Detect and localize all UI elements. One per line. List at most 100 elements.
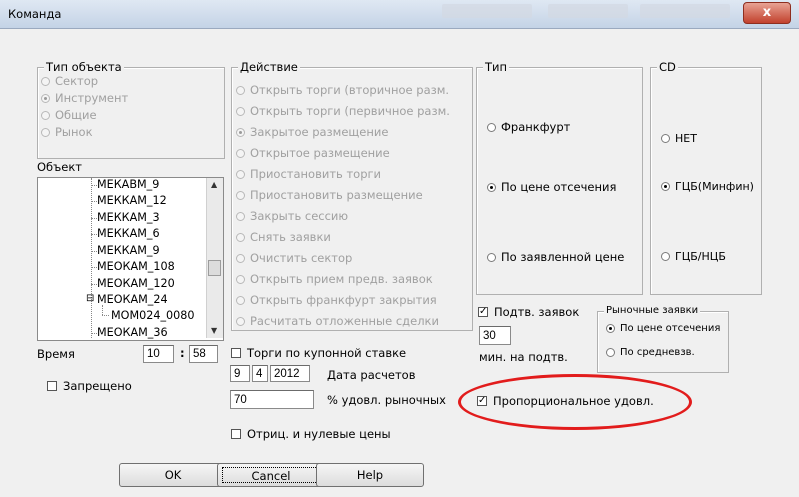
radio-open-secondary[interactable]: Открыть торги (вторичное разм. bbox=[236, 83, 449, 97]
type-group: Тип Франкфурт По цене отсечения По заявл… bbox=[476, 60, 643, 295]
tree-item[interactable]: МЕОКАМ_36 bbox=[97, 326, 168, 339]
radio-closed-placement[interactable]: Закрытое размещение bbox=[236, 125, 388, 139]
radio-sector[interactable]: Сектор bbox=[41, 74, 98, 88]
radio-circle bbox=[487, 252, 496, 262]
radio-close-session[interactable]: Закрыть сессию bbox=[236, 209, 348, 223]
radio-cutoff-price[interactable]: По цене отсечения bbox=[487, 180, 616, 194]
radio-general[interactable]: Общие bbox=[41, 108, 97, 122]
focus-rectangle: Cancel bbox=[222, 467, 320, 483]
checkbox-box: ✓ bbox=[478, 306, 488, 317]
tree-scrollbar[interactable]: ▲ ▼ bbox=[206, 178, 223, 338]
settlement-label: Дата расчетов bbox=[327, 368, 416, 382]
tree-item[interactable]: МЕОКАМ_24 bbox=[97, 293, 168, 306]
radio-frankfurt[interactable]: Франкфурт bbox=[487, 120, 570, 134]
radio-suspend-placement[interactable]: Приостановить размещение bbox=[236, 188, 423, 202]
radio-circle bbox=[236, 148, 245, 158]
object-tree[interactable]: МЕКАВМ_9 МЕККАМ_12 МЕККАМ_3 МЕККАМ_6 МЕК… bbox=[37, 177, 224, 341]
radio-circle bbox=[236, 85, 245, 95]
settlement-month-field[interactable] bbox=[252, 365, 268, 382]
confirm-minutes-field[interactable] bbox=[479, 326, 511, 345]
object-type-legend: Тип объекта bbox=[44, 60, 124, 74]
radio-cd-gcb-minfin[interactable]: ГЦБ(Минфин) bbox=[661, 180, 754, 193]
radio-clear-sector[interactable]: Очистить сектор bbox=[236, 251, 352, 265]
action-legend: Действие bbox=[238, 60, 300, 74]
checkbox-label: Подтв. заявок bbox=[494, 305, 580, 319]
time-separator: : bbox=[180, 346, 185, 360]
radio-suspend-trading[interactable]: Приостановить торги bbox=[236, 167, 381, 181]
checkbox-label: Запрещено bbox=[63, 379, 132, 393]
radio-open-placement[interactable]: Открытое размещение bbox=[236, 146, 390, 160]
radio-circle bbox=[487, 182, 496, 192]
radio-label: Открыть прием предв. заявок bbox=[250, 272, 433, 286]
time-hours-field[interactable] bbox=[143, 345, 174, 363]
radio-calc-deferred[interactable]: Расчитать отложенные сделки bbox=[236, 314, 439, 328]
cancel-button-label: Cancel bbox=[251, 469, 291, 483]
close-icon: x bbox=[762, 5, 772, 20]
radio-label: Очистить сектор bbox=[250, 251, 353, 265]
cd-legend: CD bbox=[657, 60, 678, 74]
radio-label: Инструмент bbox=[55, 91, 129, 105]
radio-circle bbox=[606, 324, 615, 333]
radio-label: Приостановить размещение bbox=[250, 188, 423, 202]
checkbox-box bbox=[47, 381, 57, 391]
radio-label: ГЦБ/НЦБ bbox=[675, 250, 726, 263]
radio-cancel-orders[interactable]: Снять заявки bbox=[236, 230, 331, 244]
tree-item[interactable]: МЕКАВМ_9 bbox=[97, 178, 159, 191]
scroll-down-icon[interactable]: ▼ bbox=[211, 326, 217, 335]
radio-label: Франкфурт bbox=[501, 120, 571, 134]
radio-open-primary[interactable]: Открыть торги (первичное разм. bbox=[236, 104, 450, 118]
confirm-minutes-label: мин. на подтв. bbox=[479, 350, 568, 364]
settlement-year-field[interactable] bbox=[270, 365, 310, 382]
tree-expander[interactable]: ⊟ bbox=[86, 293, 94, 304]
tree-item[interactable]: МЕККАМ_6 bbox=[97, 227, 160, 240]
radio-label: Открыть торги (вторичное разм. bbox=[250, 83, 450, 97]
tree-item[interactable]: МОМ024_0080 bbox=[111, 309, 195, 322]
tree-item[interactable]: МЕККАМ_9 bbox=[97, 244, 160, 257]
radio-label: Открыть франкфурт закрытия bbox=[250, 293, 437, 307]
radio-cd-gcb-ncb[interactable]: ГЦБ/НЦБ bbox=[661, 250, 726, 263]
tree-line bbox=[102, 315, 109, 316]
radio-label: Сектор bbox=[55, 74, 99, 88]
time-minutes-field[interactable] bbox=[189, 345, 218, 363]
tree-item[interactable]: МЕОКАМ_108 bbox=[97, 260, 175, 273]
cancel-button[interactable]: Cancel bbox=[217, 463, 325, 487]
help-button[interactable]: Help bbox=[316, 463, 424, 487]
radio-market[interactable]: Рынок bbox=[41, 125, 93, 139]
radio-circle bbox=[661, 182, 670, 191]
action-group: Действие Открыть торги (вторичное разм. … bbox=[231, 60, 473, 331]
scroll-thumb[interactable] bbox=[208, 260, 221, 276]
radio-open-preorders[interactable]: Открыть прием предв. заявок bbox=[236, 272, 433, 286]
radio-circle bbox=[236, 232, 245, 242]
tree-line bbox=[102, 305, 103, 315]
help-button-label: Help bbox=[356, 468, 384, 482]
radio-label: ГЦБ(Минфин) bbox=[675, 180, 754, 193]
coupon-trading-checkbox[interactable]: Торги по купонной ставке bbox=[231, 346, 406, 360]
radio-circle bbox=[606, 348, 615, 357]
cd-group: CD НЕТ ГЦБ(Минфин) ГЦБ/НЦБ bbox=[650, 60, 762, 295]
forbidden-checkbox[interactable]: Запрещено bbox=[47, 379, 132, 393]
market-percent-label: % удовл. рыночных bbox=[327, 393, 446, 407]
radio-circle bbox=[41, 93, 50, 103]
radio-market-weighted[interactable]: По средневзв. bbox=[606, 347, 695, 358]
radio-label: Открыть торги (первичное разм. bbox=[250, 104, 450, 118]
radio-cd-none[interactable]: НЕТ bbox=[661, 132, 697, 145]
radio-circle bbox=[661, 252, 670, 261]
market-percent-field[interactable] bbox=[230, 390, 314, 409]
radio-instrument[interactable]: Инструмент bbox=[41, 91, 128, 105]
radio-open-frankfurt-close[interactable]: Открыть франкфурт закрытия bbox=[236, 293, 437, 307]
tree-item[interactable]: МЕККАМ_3 bbox=[97, 211, 160, 224]
ok-button[interactable]: OK bbox=[119, 463, 227, 487]
confirm-orders-checkbox[interactable]: ✓ Подтв. заявок bbox=[478, 305, 579, 319]
scroll-up-icon[interactable]: ▲ bbox=[211, 180, 217, 189]
close-button[interactable]: x bbox=[743, 2, 791, 24]
negative-prices-checkbox[interactable]: Отриц. и нулевые цены bbox=[231, 427, 391, 441]
radio-declared-price[interactable]: По заявленной цене bbox=[487, 250, 624, 264]
type-legend: Тип bbox=[483, 60, 510, 74]
settlement-day-field[interactable] bbox=[230, 365, 250, 382]
radio-market-cutoff[interactable]: По цене отсечения bbox=[606, 323, 720, 334]
radio-label: Расчитать отложенные сделки bbox=[250, 314, 439, 328]
tree-item[interactable]: МЕОКАМ_120 bbox=[97, 277, 175, 290]
tree-item[interactable]: МЕККАМ_12 bbox=[97, 194, 167, 207]
background-window-strip bbox=[548, 4, 628, 18]
radio-label: НЕТ bbox=[675, 132, 697, 145]
